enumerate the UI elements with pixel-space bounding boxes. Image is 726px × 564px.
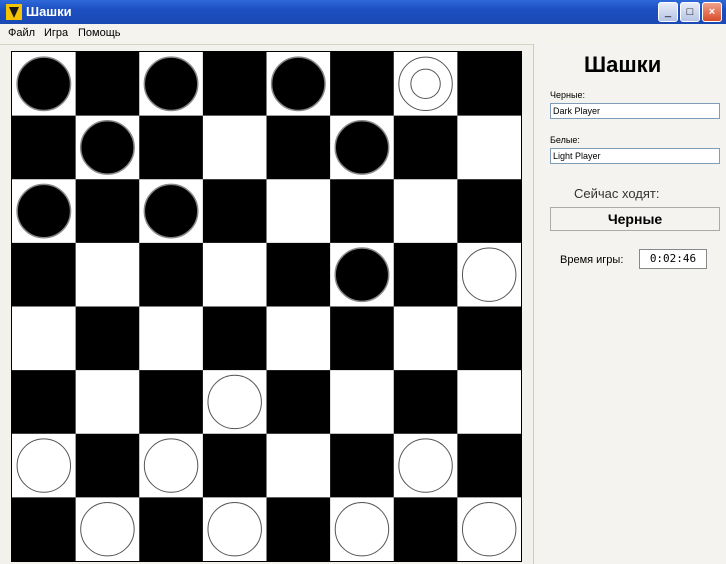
board-square[interactable] bbox=[457, 179, 521, 244]
board-square[interactable] bbox=[75, 370, 140, 435]
board-square[interactable] bbox=[266, 370, 331, 435]
black-checker[interactable] bbox=[143, 56, 199, 112]
black-checker[interactable] bbox=[334, 247, 390, 303]
board-square[interactable] bbox=[12, 115, 77, 180]
black-player-field[interactable]: Dark Player bbox=[550, 103, 720, 119]
white-checker[interactable] bbox=[143, 438, 199, 493]
maximize-button[interactable]: □ bbox=[680, 2, 700, 22]
white-checker[interactable] bbox=[80, 501, 135, 557]
board-square[interactable] bbox=[457, 52, 521, 117]
white-checker[interactable] bbox=[207, 501, 262, 557]
side-panel: Шашки Черные: Dark Player Белые: Light P… bbox=[533, 44, 726, 564]
board-square[interactable] bbox=[202, 115, 267, 180]
board-square[interactable] bbox=[330, 179, 395, 244]
menu-help[interactable]: Помощь bbox=[78, 27, 121, 39]
board-square[interactable] bbox=[393, 115, 458, 180]
board-square[interactable] bbox=[393, 179, 458, 244]
board-square[interactable] bbox=[457, 370, 521, 435]
turn-label: Сейчас ходят: bbox=[574, 186, 660, 201]
board-square[interactable] bbox=[393, 370, 458, 435]
black-checker[interactable] bbox=[270, 56, 326, 112]
board-square[interactable] bbox=[202, 242, 267, 307]
board-square[interactable] bbox=[266, 433, 331, 498]
board-square[interactable] bbox=[75, 306, 140, 371]
board-square[interactable] bbox=[12, 242, 77, 307]
board-square[interactable] bbox=[457, 306, 521, 371]
turn-indicator: Черные bbox=[550, 207, 720, 231]
board-square[interactable] bbox=[266, 115, 331, 180]
board-canvas[interactable] bbox=[12, 52, 521, 561]
menu-bar: Файл Игра Помощь bbox=[0, 24, 726, 45]
black-player-label: Черные: bbox=[550, 90, 585, 100]
board-square[interactable] bbox=[202, 179, 267, 244]
board-square[interactable] bbox=[139, 242, 204, 307]
white-player-label: Белые: bbox=[550, 135, 580, 145]
board-square[interactable] bbox=[75, 52, 140, 117]
white-checker[interactable] bbox=[398, 438, 453, 493]
app-window: Шашки _ □ × Файл Игра Помощь Шашки Черны… bbox=[0, 0, 726, 564]
white-king-checker[interactable] bbox=[398, 56, 453, 112]
window-title: Шашки bbox=[26, 4, 72, 19]
checkers-board[interactable] bbox=[11, 51, 522, 562]
black-checker[interactable] bbox=[79, 119, 135, 175]
board-square[interactable] bbox=[266, 306, 331, 371]
board-square[interactable] bbox=[330, 52, 395, 117]
board-square[interactable] bbox=[139, 306, 204, 371]
white-checker[interactable] bbox=[461, 247, 517, 302]
white-checker[interactable] bbox=[334, 501, 390, 557]
menu-file[interactable]: Файл bbox=[8, 27, 35, 39]
board-square[interactable] bbox=[75, 242, 140, 307]
game-time-display: 0:02:46 bbox=[639, 249, 707, 269]
board-square[interactable] bbox=[202, 52, 267, 117]
black-checker[interactable] bbox=[334, 119, 390, 175]
board-square[interactable] bbox=[139, 370, 204, 435]
black-checker[interactable] bbox=[143, 183, 199, 239]
white-checker[interactable] bbox=[461, 501, 517, 557]
white-checker[interactable] bbox=[16, 438, 72, 493]
board-square[interactable] bbox=[12, 370, 77, 435]
board-square[interactable] bbox=[139, 115, 204, 180]
board-square[interactable] bbox=[139, 497, 204, 561]
board-square[interactable] bbox=[266, 179, 331, 244]
white-checker[interactable] bbox=[207, 374, 262, 430]
board-square[interactable] bbox=[393, 306, 458, 371]
board-square[interactable] bbox=[330, 370, 395, 435]
game-time-label: Время игры: bbox=[560, 254, 624, 266]
white-player-field[interactable]: Light Player bbox=[550, 148, 720, 164]
menu-game[interactable]: Игра bbox=[44, 27, 68, 39]
board-square[interactable] bbox=[330, 306, 395, 371]
board-square[interactable] bbox=[202, 306, 267, 371]
title-bar[interactable]: Шашки _ □ × bbox=[0, 0, 726, 24]
black-checker[interactable] bbox=[16, 56, 72, 112]
board-square[interactable] bbox=[266, 242, 331, 307]
board-square[interactable] bbox=[393, 497, 458, 561]
board-square[interactable] bbox=[12, 306, 77, 371]
board-square[interactable] bbox=[12, 497, 77, 561]
board-square[interactable] bbox=[75, 433, 140, 498]
board-square[interactable] bbox=[266, 497, 331, 561]
game-title: Шашки bbox=[584, 52, 662, 77]
black-checker[interactable] bbox=[16, 183, 72, 239]
board-square[interactable] bbox=[202, 433, 267, 498]
board-square[interactable] bbox=[457, 433, 521, 498]
close-button[interactable]: × bbox=[702, 2, 722, 22]
minimize-button[interactable]: _ bbox=[658, 2, 678, 22]
board-square[interactable] bbox=[393, 242, 458, 307]
board-square[interactable] bbox=[457, 115, 521, 180]
board-square[interactable] bbox=[330, 433, 395, 498]
board-square[interactable] bbox=[75, 179, 140, 244]
app-icon bbox=[6, 4, 22, 20]
